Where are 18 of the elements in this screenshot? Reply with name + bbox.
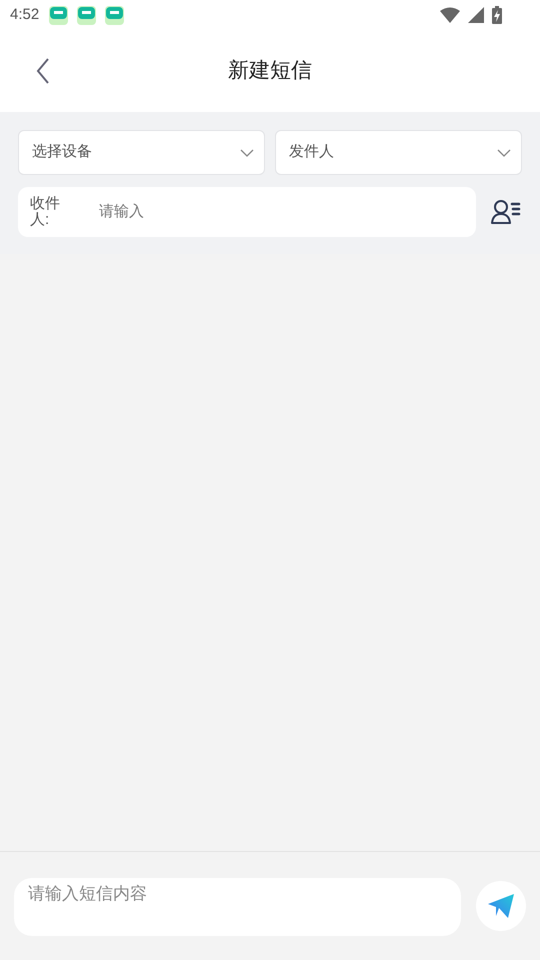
page-title: 新建短信	[228, 58, 312, 84]
status-time: 4:52	[10, 4, 40, 25]
recipient-label: 收件人:	[30, 196, 61, 228]
app-icon	[77, 6, 96, 24]
battery-icon	[492, 6, 502, 24]
signal-icon	[468, 7, 484, 23]
recipient-field[interactable]: 收件人: 请输入	[18, 187, 476, 237]
dropdown[interactable]: 选择设备	[18, 130, 265, 175]
recipient-input[interactable]: 请输入	[99, 200, 476, 224]
app-icon	[49, 6, 68, 24]
message-field[interactable]: 请输入短信内容	[14, 878, 461, 936]
chevron-down-icon	[497, 148, 511, 156]
send-button[interactable]	[476, 881, 526, 931]
app-icon	[105, 6, 124, 24]
chevron-down-icon	[240, 148, 254, 156]
dropdown[interactable]: 发件人	[275, 130, 522, 175]
wifi-icon	[440, 7, 460, 23]
paper-plane-icon	[488, 894, 514, 918]
